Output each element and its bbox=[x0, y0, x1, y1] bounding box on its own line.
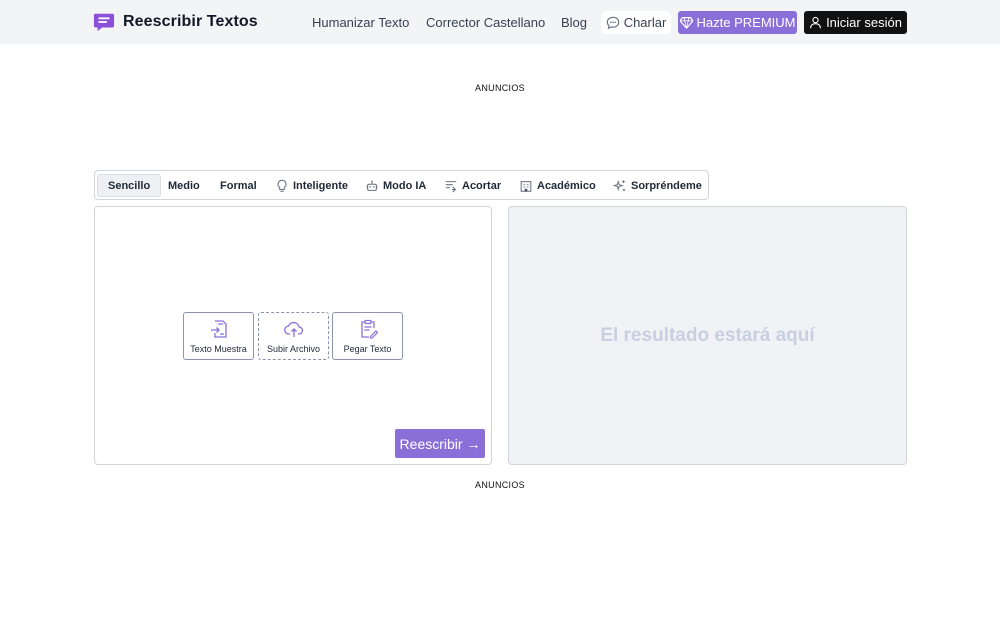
nav-corrector-castellano[interactable]: Corrector Castellano bbox=[426, 15, 545, 30]
mode-label: Formal bbox=[220, 179, 257, 192]
mode-label: Inteligente bbox=[293, 179, 349, 192]
charlar-label: Charlar bbox=[623, 15, 667, 30]
ads-label-bottom: ANUNCIOS bbox=[475, 480, 525, 490]
mode-formal[interactable]: Formal bbox=[214, 174, 263, 197]
upload-file-button[interactable]: Subir Archivo bbox=[258, 312, 329, 360]
result-panel: El resultado estará aquí bbox=[508, 206, 907, 465]
user-icon bbox=[810, 16, 822, 29]
mode-label: Modo IA bbox=[383, 179, 427, 192]
mode-label: Académico bbox=[537, 179, 596, 192]
mode-label: Medio bbox=[168, 179, 200, 192]
cloud-upload-icon bbox=[284, 321, 304, 337]
shorten-icon bbox=[445, 180, 457, 192]
mode-selector: Sencillo Medio Formal Inteligente Modo I… bbox=[94, 170, 709, 200]
paste-text-button[interactable]: Pegar Texto bbox=[332, 312, 403, 360]
premium-label: Hazte PREMIUM bbox=[696, 15, 796, 30]
result-placeholder: El resultado estará aquí bbox=[600, 324, 815, 346]
top-navigation-bar: Reescribir Textos Humanizar Texto Correc… bbox=[0, 0, 1000, 44]
chat-bubble-icon bbox=[606, 16, 619, 29]
document-import-icon bbox=[211, 320, 227, 338]
brand-name: Reescribir Textos bbox=[123, 13, 258, 30]
robot-icon bbox=[366, 179, 378, 191]
sample-text-label: Texto Muestra bbox=[190, 344, 247, 354]
input-text-panel[interactable]: Texto Muestra Subir Archivo Pegar Texto … bbox=[94, 206, 492, 465]
brand[interactable]: Reescribir Textos bbox=[93, 11, 258, 33]
upload-file-label: Subir Archivo bbox=[266, 344, 321, 354]
sample-text-button[interactable]: Texto Muestra bbox=[183, 312, 254, 360]
login-label: Iniciar sesión bbox=[826, 15, 902, 30]
mode-modo-ia[interactable]: Modo IA bbox=[359, 174, 432, 197]
chat-logo-icon bbox=[93, 13, 115, 32]
clipboard-paste-icon bbox=[361, 319, 378, 339]
login-button[interactable]: Iniciar sesión bbox=[804, 11, 907, 34]
mode-sorprendeme[interactable]: Sorpréndeme bbox=[607, 174, 708, 197]
diamond-icon bbox=[679, 17, 693, 29]
building-icon bbox=[520, 180, 532, 192]
rewrite-button[interactable]: Reescribir → bbox=[395, 429, 485, 458]
premium-button[interactable]: Hazte PREMIUM bbox=[678, 11, 797, 34]
mode-sencillo[interactable]: Sencillo bbox=[97, 174, 162, 197]
ads-label-top: ANUNCIOS bbox=[475, 83, 525, 93]
nav-humanizar-texto[interactable]: Humanizar Texto bbox=[312, 15, 409, 30]
mode-medio[interactable]: Medio bbox=[162, 174, 206, 197]
nav-blog[interactable]: Blog bbox=[561, 15, 587, 30]
mode-academico[interactable]: Académico bbox=[513, 174, 602, 197]
paste-text-label: Pegar Texto bbox=[343, 344, 392, 354]
mode-label: Sencillo bbox=[108, 179, 151, 192]
sparkle-icon bbox=[613, 179, 626, 191]
lightbulb-icon bbox=[277, 179, 287, 192]
mode-label: Sorpréndeme bbox=[631, 179, 702, 192]
mode-label: Acortar bbox=[462, 179, 502, 192]
charlar-button[interactable]: Charlar bbox=[601, 11, 671, 34]
mode-inteligente[interactable]: Inteligente bbox=[269, 174, 354, 197]
mode-acortar[interactable]: Acortar bbox=[438, 174, 507, 197]
